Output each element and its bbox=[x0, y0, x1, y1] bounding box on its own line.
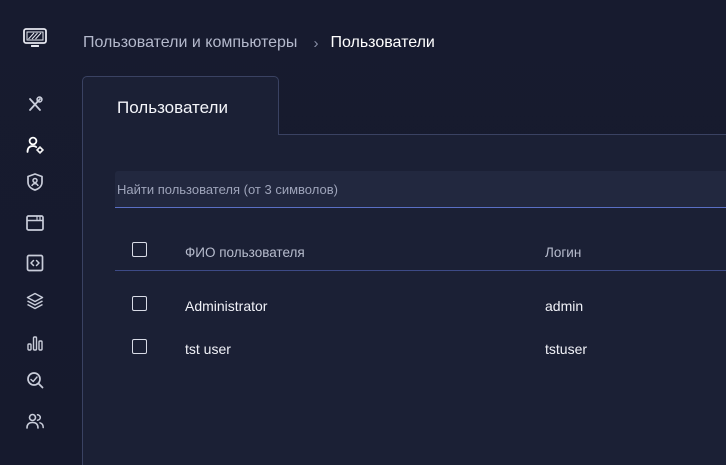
tab-users-label: Пользователи bbox=[117, 98, 228, 117]
sidebar-item-code-file[interactable] bbox=[25, 253, 45, 273]
user-badge-icon bbox=[27, 173, 43, 191]
code-file-icon bbox=[26, 254, 44, 272]
users-group-icon bbox=[26, 413, 44, 429]
sidebar bbox=[0, 0, 70, 450]
sidebar-item-groups[interactable] bbox=[25, 411, 45, 431]
user-settings-icon bbox=[26, 136, 44, 154]
select-all-checkbox[interactable] bbox=[132, 242, 147, 257]
breadcrumb-separator: › bbox=[313, 34, 319, 52]
breadcrumb-parent-link[interactable]: Пользователи и компьютеры bbox=[83, 34, 297, 52]
layers-icon bbox=[26, 292, 44, 310]
user-login: tstuser bbox=[545, 341, 588, 357]
user-search-input[interactable] bbox=[115, 171, 726, 208]
row-checkbox[interactable] bbox=[132, 339, 147, 354]
tab-users[interactable]: Пользователи bbox=[82, 76, 279, 135]
sidebar-item-layers[interactable] bbox=[25, 291, 45, 311]
monitor-logo-icon[interactable] bbox=[23, 28, 47, 48]
breadcrumb-current: Пользователи bbox=[330, 34, 435, 51]
column-header-full-name[interactable]: ФИО пользователя bbox=[185, 245, 305, 260]
table-header-divider bbox=[115, 270, 726, 271]
sidebar-item-users-settings[interactable] bbox=[25, 135, 45, 155]
bar-chart-icon bbox=[27, 336, 43, 351]
browser-window-icon bbox=[26, 215, 44, 231]
sidebar-item-scan[interactable] bbox=[25, 370, 45, 390]
row-checkbox[interactable] bbox=[132, 296, 147, 311]
user-login: admin bbox=[545, 298, 584, 314]
column-header-login[interactable]: Логин bbox=[545, 245, 581, 260]
sidebar-item-browser[interactable] bbox=[25, 213, 45, 233]
user-full-name: tst user bbox=[185, 341, 231, 357]
sidebar-item-analytics[interactable] bbox=[25, 333, 45, 353]
search-scan-icon bbox=[27, 372, 44, 389]
breadcrumb: Пользователи и компьютеры › Пользователи bbox=[83, 33, 435, 53]
user-full-name: Administrator bbox=[185, 298, 268, 314]
sidebar-item-tools[interactable] bbox=[25, 95, 45, 115]
sidebar-item-user-badge[interactable] bbox=[25, 172, 45, 192]
tools-icon bbox=[29, 96, 43, 111]
